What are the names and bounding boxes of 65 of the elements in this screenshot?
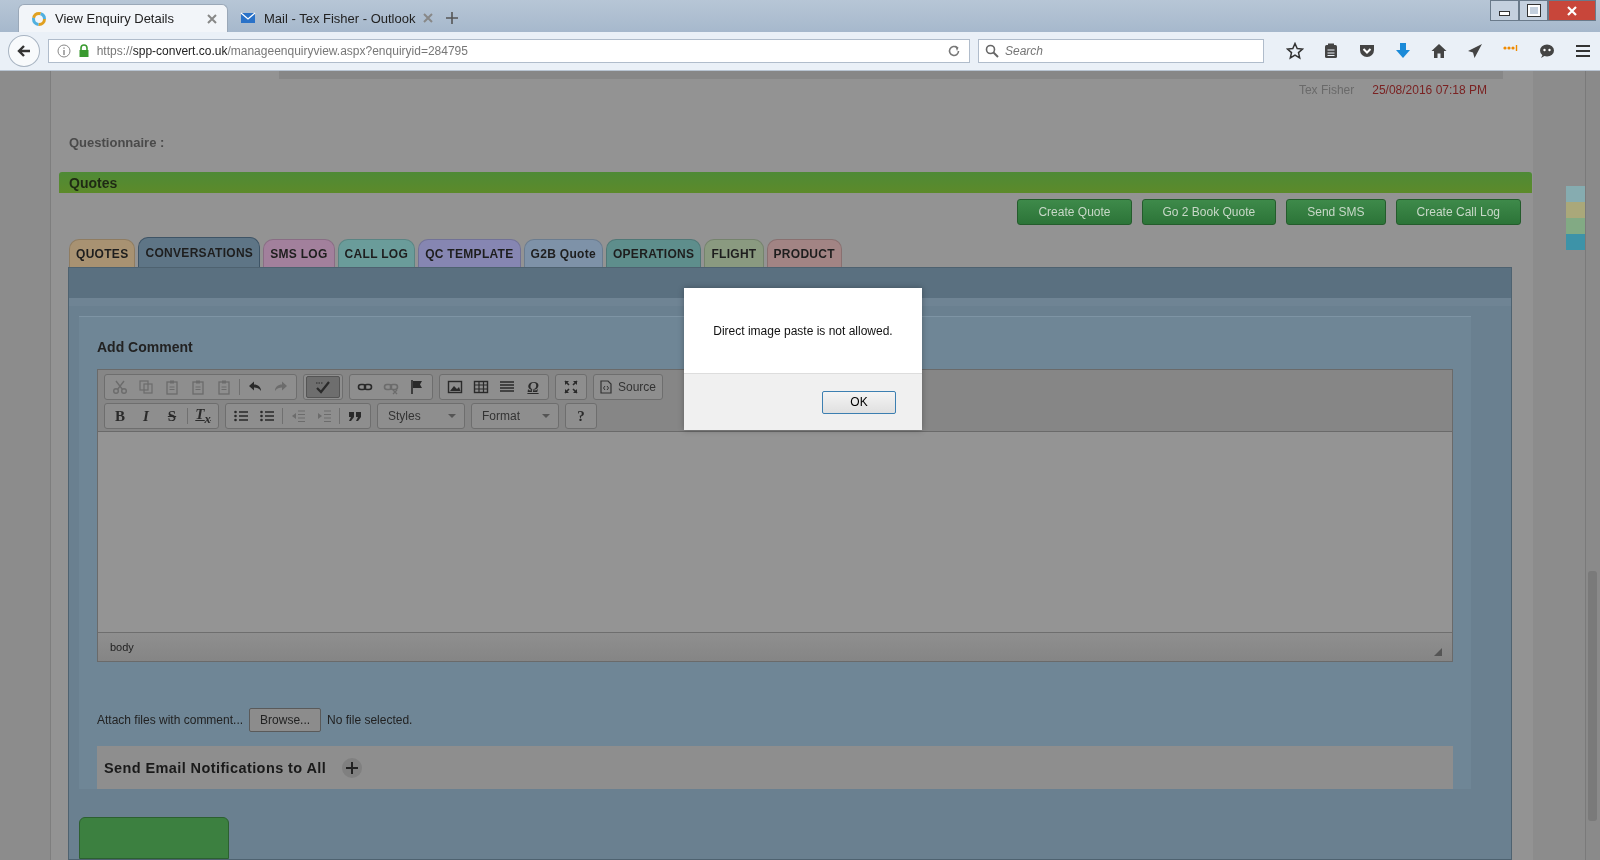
ok-button[interactable]: OK [822,390,896,414]
close-window-icon[interactable] [1548,0,1596,21]
reload-icon[interactable] [947,44,961,58]
minimize-icon[interactable] [1490,0,1519,21]
special-character-button[interactable]: Ω [520,376,546,398]
close-icon[interactable] [207,13,217,24]
tab[interactable]: QC TEMPLATE [418,239,521,267]
paper-plane-icon[interactable] [1466,42,1484,60]
tab[interactable]: OPERATIONS [605,239,702,267]
tab[interactable]: SMS LOG [263,239,335,267]
element-path: body [110,641,134,653]
clear-format-button[interactable]: T$_{x}$ [190,405,216,427]
tab[interactable]: QUOTES [69,239,136,267]
url-text[interactable]: https://spp-convert.co.uk/manageenquiryview.aspx?enquiryid=284795 [96,44,941,58]
italic-button[interactable]: I [133,405,159,427]
info-icon[interactable] [56,44,71,58]
clipboard-list-icon[interactable] [1322,42,1340,60]
action-button[interactable]: Send SMS [1286,199,1386,225]
envelope-icon [240,10,256,26]
pocket-icon[interactable] [1358,42,1376,60]
menu-icon[interactable] [1574,42,1592,60]
star-icon[interactable] [1286,42,1304,60]
style-dropdown[interactable]: Styles [377,403,465,429]
browser-tab[interactable]: Mail - Tex Fisher - Outlook [228,4,438,32]
style-dropdown[interactable]: Format [471,403,559,429]
download-icon[interactable] [1394,42,1412,60]
tab[interactable]: CONVERSATIONS [138,237,261,267]
back-button[interactable] [8,35,40,67]
browser-tab[interactable]: View Enquiry Details [18,4,228,32]
new-tab-icon[interactable] [446,12,458,24]
ring-icon [31,10,47,27]
browse-button[interactable]: Browse... [249,708,322,732]
tab[interactable]: FLIGHT [704,239,764,267]
help-button[interactable]: ? [568,405,594,427]
action-button[interactable]: Go 2 Book Quote [1141,199,1277,225]
chat-icon[interactable] [1538,42,1556,60]
section-title: Quotes [69,174,118,191]
search-field[interactable]: Search [978,39,1264,63]
home-icon[interactable] [1430,42,1448,60]
caret-icon [448,414,456,418]
action-button[interactable]: Create Quote [1017,199,1132,225]
action-button[interactable]: Create Call Log [1395,199,1521,225]
comment-title: Add Comment [97,339,194,355]
notification-label: Send Email Notifications to All [104,759,327,776]
tab[interactable]: PRODUCT [766,239,842,267]
file-status: No file selected. [327,713,413,727]
search-icon [985,44,999,58]
strike-button[interactable]: S [159,405,185,427]
back-arrow-icon [15,43,32,59]
tab[interactable]: CALL LOG [337,239,416,267]
bold-button[interactable]: B [107,405,133,427]
questionnaire-label: Questionnaire : [68,133,166,152]
attach-label: Attach files with comment... [97,713,244,727]
dialog-message: Direct image paste is not allowed. [712,323,894,340]
close-icon[interactable] [423,13,434,23]
address-bar[interactable]: https://spp-convert.co.uk/manageenquiryview.aspx?enquiryid=284795 [47,39,970,63]
source-button[interactable]: Source [593,374,664,400]
resize-handle-icon[interactable] [1434,648,1442,656]
caret-icon [542,414,550,418]
timestamp: 25/08/2016 07:18 PM [1372,82,1487,97]
scrollbar[interactable] [1585,71,1600,860]
document-icon [600,380,612,394]
restore-icon[interactable] [1519,0,1548,21]
tab[interactable]: G2B Quote [523,239,603,267]
expand-icon[interactable] [342,757,363,778]
